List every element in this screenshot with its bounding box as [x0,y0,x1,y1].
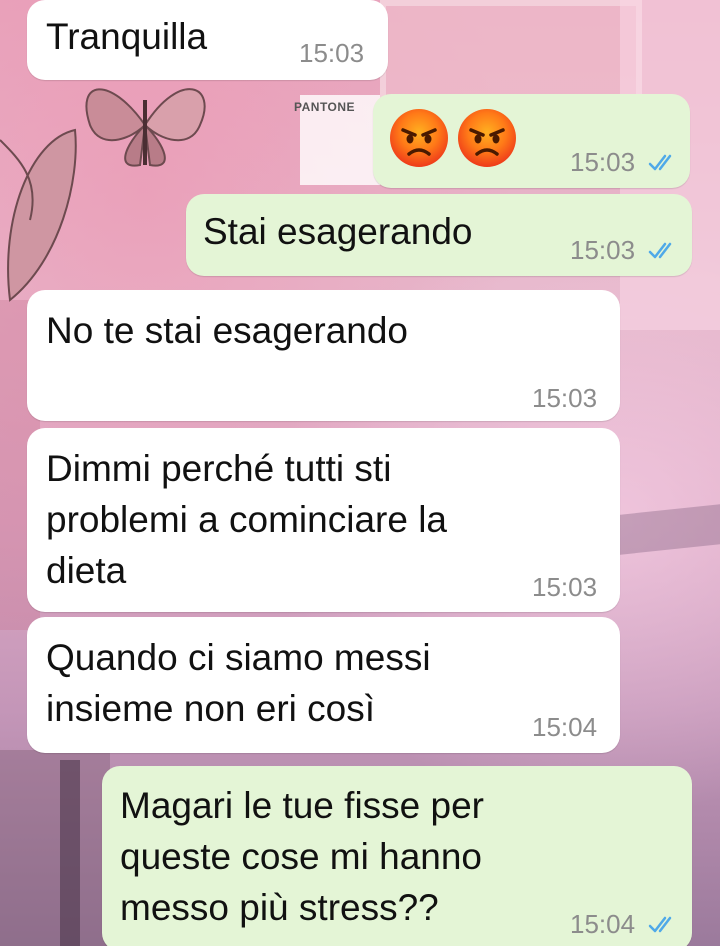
chat-view: PANTONE Tranquilla 15:03 15:03 Stai esag… [0,0,720,946]
message-timestamp: 15:03 [299,38,365,68]
angry-face-icon [390,109,448,167]
message-text: Stai esagerando [203,211,473,252]
wallpaper-pantone-label: PANTONE [294,100,356,114]
message-text-line: messo più stress?? [120,887,439,928]
read-receipt-icon [648,154,672,171]
message-bubble-outgoing[interactable]: Magari le tue fisse per queste cose mi h… [102,766,692,946]
message-bubble-outgoing[interactable]: 15:03 [373,94,690,188]
message-text-line: queste cose mi hanno [120,836,483,877]
message-timestamp: 15:03 [532,383,598,413]
butterfly-icon [0,128,77,302]
message-text-line: dieta [46,550,127,591]
message-text-line: Quando ci siamo messi [46,637,431,678]
wallpaper-frame [380,0,642,107]
message-timestamp: 15:03 [570,147,636,177]
message-bubble-outgoing[interactable]: Stai esagerando 15:03 [186,194,692,276]
message-bubble-incoming[interactable]: Quando ci siamo messi insieme non eri co… [27,617,620,753]
message-bubble-incoming[interactable]: No te stai esagerando 15:03 [27,290,620,421]
message-text: Tranquilla [46,16,208,57]
message-text: No te stai esagerando [46,310,409,351]
message-text-line: Magari le tue fisse per [120,785,485,826]
message-timestamp: 15:03 [570,235,636,265]
read-receipt-icon [648,916,672,933]
read-receipt-icon [648,242,672,259]
message-timestamp: 15:04 [532,712,598,742]
wallpaper-frame [0,750,110,946]
message-timestamp: 15:04 [570,909,636,939]
message-bubble-incoming[interactable]: Dimmi perché tutti sti problemi a cominc… [27,428,620,612]
message-text-line: Dimmi perché tutti sti [46,448,392,489]
angry-face-icon [458,109,516,167]
message-text-line: problemi a cominciare la [46,499,448,540]
wallpaper-lamp [60,760,80,946]
butterfly-icon [85,88,206,167]
message-bubble-incoming[interactable]: Tranquilla 15:03 [27,0,388,80]
message-text-line: insieme non eri così [46,688,376,729]
message-timestamp: 15:03 [532,572,598,602]
